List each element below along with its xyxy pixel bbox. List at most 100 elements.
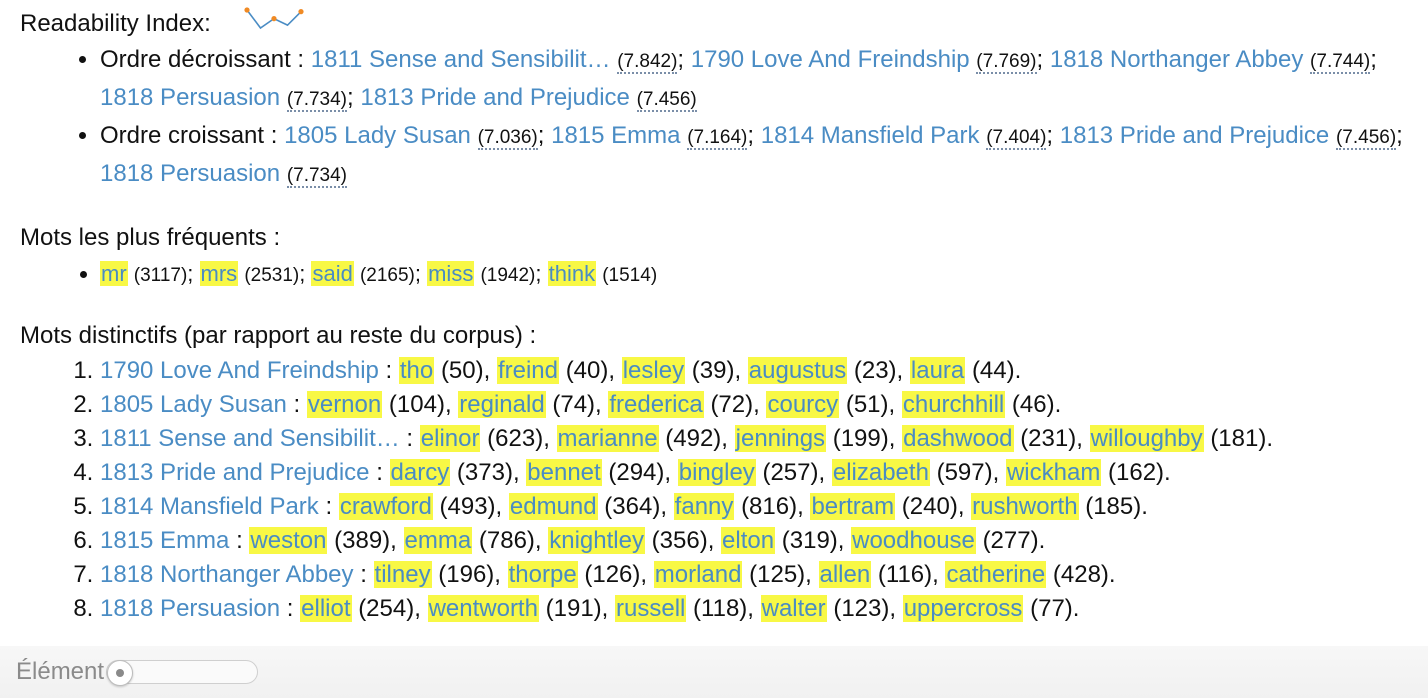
document-link[interactable]: 1815 Emma [551,122,680,149]
document-link[interactable]: 1813 Pride and Prejudice [360,84,630,111]
summary-panel: Readability Index: Ordre décroissant : 1… [20,6,1410,626]
readability-title: Readability Index: [20,10,211,37]
word-count: (254) [358,595,415,622]
word-count: (191) [545,595,602,622]
readability-score: (7.842) [617,51,678,74]
word-link[interactable]: tilney [373,561,432,588]
word-link[interactable]: courcy [766,391,840,418]
word-link[interactable]: bingley [677,459,756,486]
word-link[interactable]: churchhill [901,391,1006,418]
word-link[interactable]: tho [398,357,435,384]
document-link[interactable]: 1805 Lady Susan [100,391,287,418]
word-count: (116) [877,561,933,588]
word-link[interactable]: elton [721,527,776,554]
word-link[interactable]: bertram [810,493,896,520]
distinctive-words-item: 1818 Northanger Abbey : tilney (196), th… [100,558,1410,592]
word-count: (364) [604,493,661,520]
word-count: (428) [1052,561,1109,588]
document-link[interactable]: 1815 Emma [100,527,229,554]
word-count: (199) [832,425,889,452]
word-count: (277) [982,527,1039,554]
frequent-words-item: mr (3117); mrs (2531); said (2165); miss… [100,256,1410,294]
word-link[interactable]: marianne [556,425,659,452]
word-count: (44) [971,357,1015,384]
word-link[interactable]: laura [909,357,966,384]
word-link[interactable]: jennings [734,425,827,452]
word-link[interactable]: mr [100,261,128,286]
readability-score: (7.734) [286,89,348,112]
word-count: (74) [552,391,596,418]
word-link[interactable]: emma [403,527,473,554]
word-link[interactable]: darcy [389,459,451,486]
readability-score: (7.164) [687,127,748,150]
word-count: (294) [608,459,665,486]
readability-score: (7.456) [636,89,697,112]
document-link[interactable]: 1811 Sense and Sensibilit… [100,425,400,452]
word-count: (319) [781,527,838,554]
readability-sparkline [244,7,305,29]
word-link[interactable]: miss [427,261,475,286]
document-link[interactable]: 1814 Mansfield Park [100,493,319,520]
word-link[interactable]: dashwood [902,425,1014,452]
word-link[interactable]: thorpe [507,561,578,588]
increasing-order-label: Ordre croissant : [100,122,278,149]
word-link[interactable]: said [311,261,354,286]
document-link[interactable]: 1790 Love And Freindship [100,357,379,384]
element-label: Élément [16,658,105,685]
element-slider[interactable] [106,660,258,686]
word-link[interactable]: catherine [945,561,1047,588]
word-link[interactable]: reginald [458,391,546,418]
word-link[interactable]: crawford [338,493,433,520]
word-count: (231) [1020,425,1077,452]
element-slider-handle[interactable] [107,660,133,686]
word-count: (123) [833,595,890,622]
readability-score: (7.769) [976,51,1037,74]
document-link[interactable]: 1813 Pride and Prejudice [100,459,370,486]
word-link[interactable]: wickham [1005,459,1102,486]
document-link[interactable]: 1818 Persuasion [100,84,280,111]
word-link[interactable]: think [547,261,597,286]
frequent-words-list: mr (3117); mrs (2531); said (2165); miss… [20,256,1410,294]
increasing-order-documents: 1805 Lady Susan (7.036); 1815 Emma (7.16… [100,122,1403,188]
word-link[interactable]: elinor [419,425,481,452]
word-link[interactable]: walter [760,595,827,622]
word-count: (257) [762,459,819,486]
word-link[interactable]: uppercross [902,595,1024,622]
word-count: (162) [1108,459,1165,486]
document-link[interactable]: 1818 Persuasion [100,160,280,187]
word-link[interactable]: edmund [508,493,598,520]
word-link[interactable]: fanny [673,493,735,520]
word-link[interactable]: willoughby [1089,425,1204,452]
readability-score: (7.036) [477,127,538,150]
document-link[interactable]: 1818 Northanger Abbey [100,561,354,588]
word-link[interactable]: frederica [608,391,704,418]
word-link[interactable]: wentworth [427,595,539,622]
word-link[interactable]: knightley [548,527,645,554]
word-count: (2531) [244,265,300,286]
word-link[interactable]: augustus [747,357,848,384]
word-link[interactable]: lesley [621,357,686,384]
decreasing-order-item: Ordre décroissant : 1811 Sense and Sensi… [100,42,1410,118]
document-link[interactable]: 1818 Northanger Abbey [1050,46,1304,73]
document-link[interactable]: 1813 Pride and Prejudice [1060,122,1330,149]
word-link[interactable]: elizabeth [831,459,930,486]
word-link[interactable]: vernon [306,391,383,418]
word-link[interactable]: weston [249,527,328,554]
word-link[interactable]: allen [818,561,872,588]
word-count: (104) [388,391,445,418]
word-link[interactable]: rushworth [971,493,1079,520]
word-count: (126) [584,561,641,588]
word-link[interactable]: freind [496,357,560,384]
word-link[interactable]: elliot [300,595,352,622]
word-link[interactable]: woodhouse [851,527,976,554]
word-link[interactable]: mrs [199,261,239,286]
document-link[interactable]: 1814 Mansfield Park [761,122,980,149]
document-link[interactable]: 1811 Sense and Sensibilit… [311,46,611,73]
word-link[interactable]: morland [653,561,743,588]
document-link[interactable]: 1790 Love And Freindship [691,46,970,73]
word-link[interactable]: bennet [526,459,602,486]
word-count: (196) [438,561,495,588]
document-link[interactable]: 1805 Lady Susan [284,122,471,149]
word-link[interactable]: russell [615,595,687,622]
document-link[interactable]: 1818 Persuasion [100,595,280,622]
